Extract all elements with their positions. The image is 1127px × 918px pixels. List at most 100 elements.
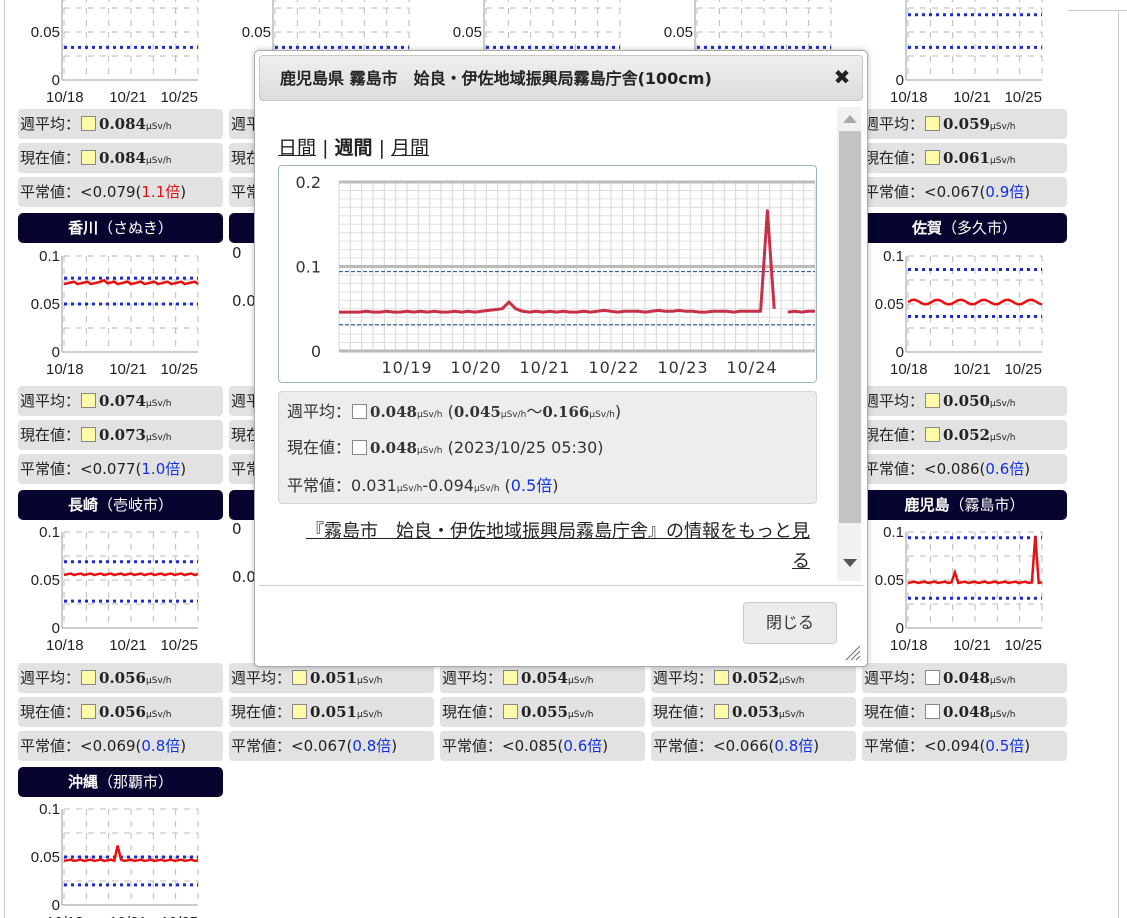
thumb-x-tick: 10/21	[953, 361, 991, 378]
station-thumbnail-chart[interactable]: 0.1 0.05 010/18 10/21 10/25	[18, 797, 223, 918]
weekly-average-value: 0.084	[99, 115, 146, 133]
thumb-x-tick: 10/25	[1004, 361, 1042, 378]
tab-daily[interactable]: 日間	[278, 137, 316, 159]
thumb-y-tick: 0.05	[31, 849, 60, 866]
normal-multiplier: 0.8倍	[141, 737, 181, 755]
mult-close: )	[1024, 737, 1031, 755]
weekly-average-row: 週平均： 0.052μSv/h	[651, 663, 856, 693]
weekly-average-label: 週平均：	[653, 669, 714, 687]
thumb-y-tick: 0.1	[883, 248, 904, 265]
status-square-icon	[81, 150, 97, 165]
thumb-x-tick: 10/25	[160, 914, 198, 918]
unit: μSv/h	[357, 710, 383, 720]
current-value-row: 現在値： 0.061μSv/h	[862, 143, 1067, 173]
normal-value-row: 平常値：<0.085(0.6倍)	[440, 731, 645, 761]
thumb-x-tick: 10/18	[46, 89, 84, 106]
scroll-up-icon[interactable]	[843, 115, 857, 123]
thumb-x-tick: 10/21	[109, 637, 147, 654]
weekly-average-value: 0.051	[310, 669, 357, 687]
station-thumbnail-chart[interactable]: 0.1 0.05 010/18 10/21 10/25	[18, 520, 223, 660]
station-thumbnail-chart[interactable]: 0 10/18 10/21 10/25	[862, 0, 1067, 112]
weekly-average-row: 週平均： 0.059μSv/h	[862, 109, 1067, 139]
normal-label: 平常値：	[287, 476, 352, 495]
station-header[interactable]: 香川（さぬき）	[18, 213, 223, 243]
status-square-icon	[352, 404, 368, 419]
weekly-chart: 0.2 0.1 0 10/19 10/20 10/21 10/22 10/23 10/24	[278, 165, 817, 383]
normal-multiplier: 1.1倍	[141, 183, 181, 201]
stat-label-peek: 現在値：	[231, 149, 255, 167]
close-icon[interactable]: ✖	[830, 65, 854, 89]
weekly-average-label: 週平均：	[442, 669, 503, 687]
frame-top-border	[1066, 10, 1127, 11]
current-value-row: 現在値： 0.055μSv/h	[440, 697, 645, 727]
dialog-divider	[259, 585, 863, 586]
close-button[interactable]: 閉じる	[743, 602, 837, 644]
status-square-icon	[503, 704, 519, 719]
stat-row-peek: 現在値：	[229, 143, 255, 173]
dialog-scrollbar[interactable]	[837, 107, 861, 581]
chart-x-tick: 10/24	[726, 358, 777, 377]
thumb-y-tick: 0.05	[31, 572, 60, 589]
station-header[interactable]: 佐賀（多久市）	[862, 213, 1067, 243]
mult-close: )	[602, 737, 609, 755]
station-thumbnail-chart[interactable]: 0.1 0.05 010/18 10/21 10/25	[862, 520, 1067, 660]
chart-series-line	[339, 209, 776, 314]
chart-x-tick: 10/21	[519, 358, 570, 377]
range-max: 0.166	[542, 403, 590, 421]
station-header[interactable]: 鹿児島（霧島市）	[862, 490, 1067, 520]
status-square-icon	[292, 704, 308, 719]
mult-close: )	[180, 183, 187, 201]
current-value-label: 現在値：	[864, 426, 925, 444]
normal-low: 0.031	[351, 476, 397, 495]
normal-value-row: 平常値：<0.066(0.8倍)	[651, 731, 856, 761]
tab-weekly[interactable]: 週間	[335, 137, 373, 159]
normal-value-row: 平常値：<0.067(0.8倍)	[229, 731, 434, 761]
thumb-x-tick: 10/21	[953, 637, 991, 654]
thumb-y-tick: 0	[52, 897, 60, 914]
status-square-icon	[81, 393, 97, 408]
current-value-label: 現在値：	[231, 703, 292, 721]
thumb-y-tick: 0.1	[883, 524, 904, 541]
tab-monthly[interactable]: 月間	[391, 137, 429, 159]
thumb-series-line	[907, 298, 1043, 306]
station-thumbnail-chart[interactable]: 0.1 0.05 010/18 10/21 10/25	[862, 244, 1067, 384]
normal-value: <0.066(	[713, 737, 775, 755]
thumb-y-tick: 0	[896, 344, 904, 361]
status-square-icon	[925, 704, 941, 719]
period-tabs: 日間 | 週間 | 月間	[278, 133, 429, 160]
scroll-thumb[interactable]	[839, 131, 861, 523]
weekly-average-value: 0.054	[521, 669, 568, 687]
scroll-down-icon[interactable]	[843, 559, 857, 567]
current-value-row: 現在値： 0.051μSv/h	[229, 697, 434, 727]
current-value-value: 0.053	[732, 703, 779, 721]
normal-multiplier: 0.6倍	[985, 460, 1025, 478]
current-value-value: 0.061	[943, 149, 990, 167]
weekly-average-value: 0.059	[943, 115, 990, 133]
status-square-icon	[925, 116, 941, 131]
weekly-average-value: 0.074	[99, 392, 146, 410]
status-square-icon	[81, 427, 97, 442]
normal-label: 平常値：	[864, 460, 925, 478]
current-value-label: 現在値：	[864, 149, 925, 167]
stat-label-peek: 平常値：	[231, 183, 255, 201]
unit: μSv/h	[500, 410, 527, 420]
prefecture-name: 佐賀	[911, 219, 942, 237]
weekly-average-line: 週平均： 0.048μSv/h (0.045μSv/h～0.166μSv/h)	[287, 398, 621, 422]
normal-value: <0.077(	[80, 460, 142, 478]
thumbnail-svg: 010/18 10/21 10/25	[890, 0, 1043, 106]
mult-close: )	[391, 737, 398, 755]
normal-value-row: 平常値：<0.069(0.8倍)	[18, 731, 223, 761]
status-square-icon	[925, 670, 941, 685]
tab-separator: |	[322, 137, 329, 159]
more-info-link[interactable]: 『霧島市 姶良・伊佐地域振興局霧島庁舎』の情報をもっと見る	[290, 517, 810, 577]
chart-y-tick: 0.2	[296, 173, 321, 192]
station-header[interactable]: 沖縄（那覇市）	[18, 767, 223, 797]
stat-row-peek: 週平均：	[229, 109, 255, 139]
dialog-title: 鹿児島県 霧島市 姶良・伊佐地域振興局霧島庁舎(100cm)	[259, 55, 863, 101]
station-header[interactable]: 長崎（壱岐市）	[18, 490, 223, 520]
resize-grip-icon[interactable]	[843, 643, 861, 661]
station-thumbnail-chart[interactable]: 0.1 0.05 010/18 10/21 10/25	[18, 244, 223, 384]
station-thumbnail-chart[interactable]: 0.05 0 10/18 10/21 10/25	[18, 0, 223, 112]
unit: μSv/h	[568, 710, 594, 720]
current-value-value: 0.073	[99, 426, 146, 444]
